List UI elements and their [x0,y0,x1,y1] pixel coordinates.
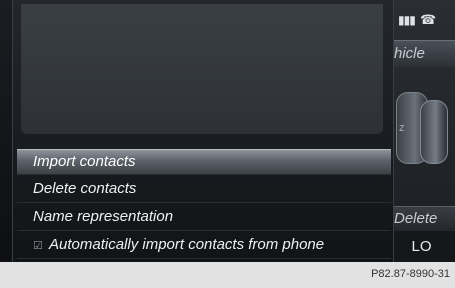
options-menu: Import contacts Delete contacts Name rep… [17,149,391,259]
menu-item-label: Automatically import contacts from phone [49,236,325,253]
head-unit-screen: ▮▮▮ ☎ hicle z Delete LO Import contacts … [0,0,455,262]
background-tab-vehicle: hicle [388,40,455,67]
background-dial: z [396,92,450,170]
menu-item-import-contacts[interactable]: Import contacts [17,149,391,175]
menu-item-label: Name representation [33,208,174,225]
background-delete-button: Delete [388,206,455,231]
dial-right [420,100,448,164]
dial-label: z [399,122,405,134]
menu-item-label: Delete contacts [33,180,137,197]
menu-item-name-representation[interactable]: Name representation [17,203,391,231]
menu-item-auto-import-contacts[interactable]: ☑ Automatically import contacts from phon… [17,231,391,259]
checkbox-icon[interactable]: ☑ [33,233,45,260]
phone-icon: ☎ [420,12,437,27]
status-bar: ▮▮▮ ☎ [398,12,450,28]
signal-bars-icon: ▮▮▮ [398,13,416,27]
menu-item-label: Import contacts [33,153,136,170]
menu-preview-area [21,4,383,134]
menu-item-delete-contacts[interactable]: Delete contacts [17,175,391,203]
figure-caption: P82.87-8990-31 [371,268,450,280]
options-menu-overlay: Import contacts Delete contacts Name rep… [12,0,394,262]
background-lo-label: LO [388,231,455,262]
